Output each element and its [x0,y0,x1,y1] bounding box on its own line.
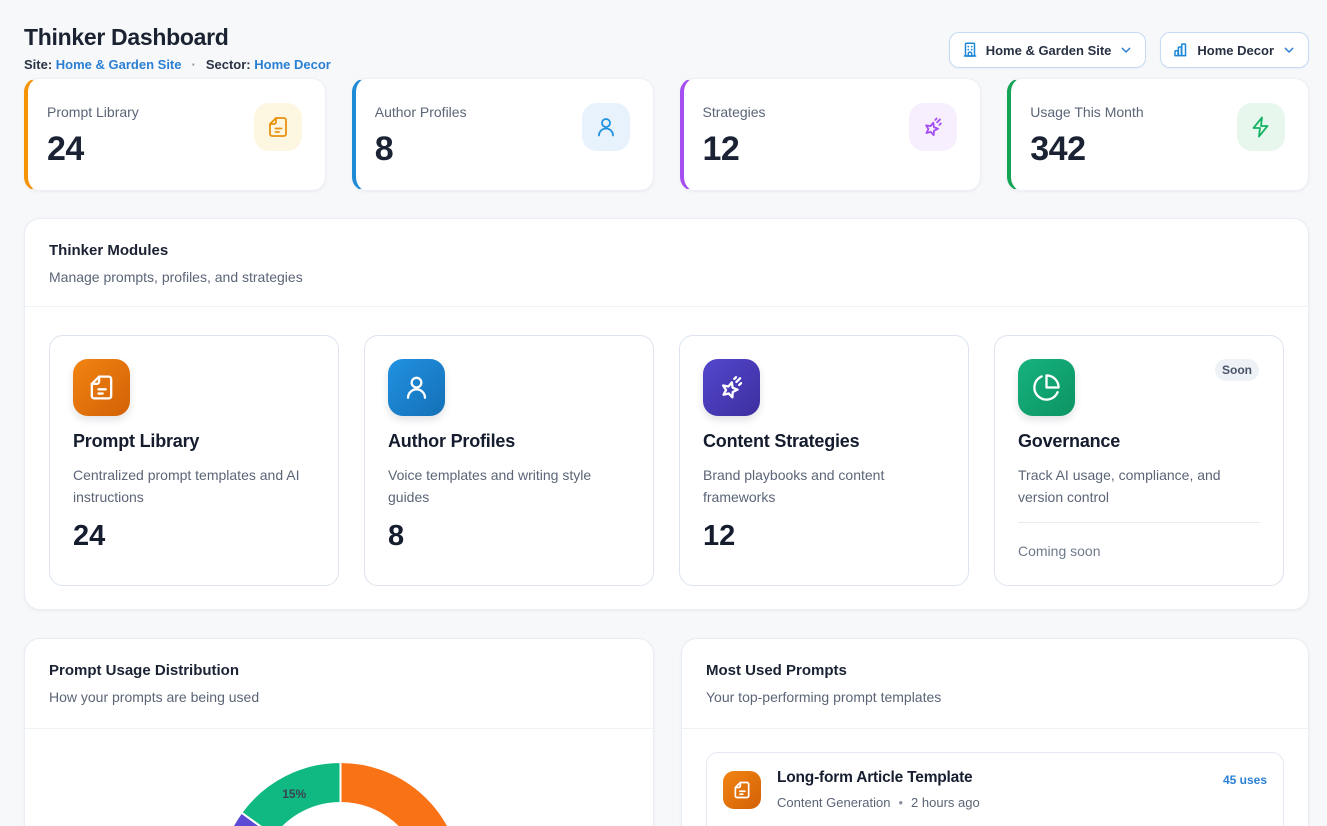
svg-text:15%: 15% [282,787,306,801]
